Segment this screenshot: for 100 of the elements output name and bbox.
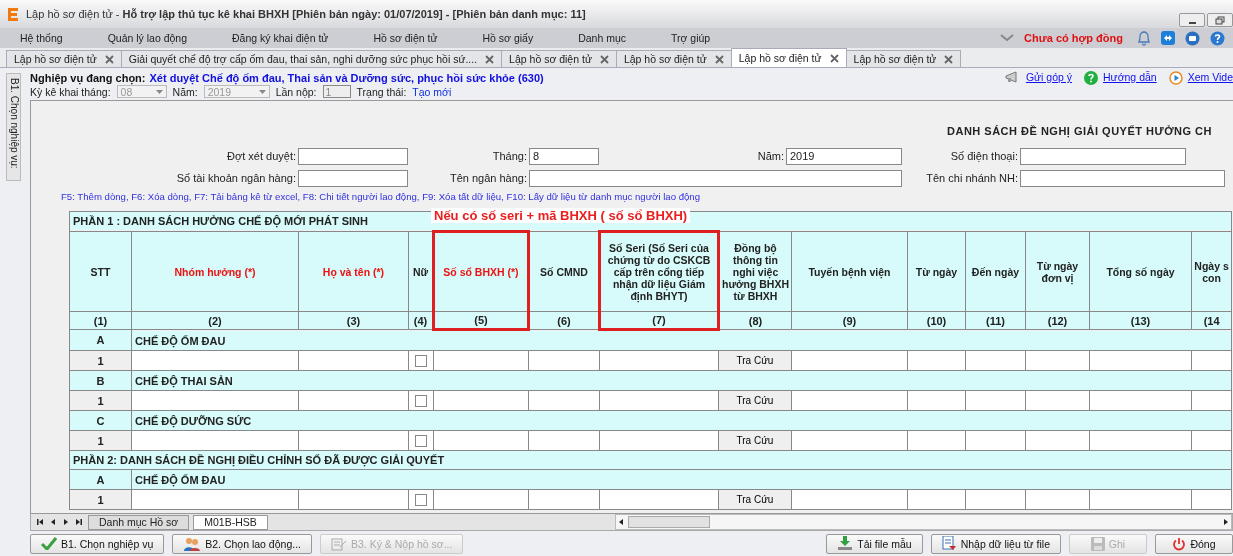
operation-value: Xét duyệt Chế độ ốm đau, Thai sản và Dưỡng sức, phục hồi sức khỏe (630) bbox=[149, 72, 544, 84]
column-header: Họ và tên (*) bbox=[298, 231, 409, 312]
restore-icon bbox=[1215, 15, 1225, 25]
input-field[interactable] bbox=[529, 169, 902, 187]
field-label: Số điện thoại: bbox=[949, 150, 1019, 162]
download-icon bbox=[837, 536, 854, 551]
menu-item[interactable]: Danh mục bbox=[578, 32, 626, 44]
document-tab[interactable]: Lập hồ sơ điện tử bbox=[615, 50, 732, 67]
row-number: 1 bbox=[69, 430, 132, 451]
group-code: A bbox=[69, 469, 132, 490]
group-code: B bbox=[69, 370, 132, 391]
sheet-tab[interactable]: M01B-HSB bbox=[193, 514, 268, 530]
column-header: Từ ngày bbox=[907, 231, 966, 312]
section-heading: PHẦN 1 : DANH SÁCH HƯỞNG CHẾ ĐỘ MỚI PHÁT SINH bbox=[73, 215, 368, 227]
power-icon bbox=[1172, 536, 1187, 551]
month-label: Kỳ kê khai tháng: bbox=[30, 85, 111, 98]
menu-item[interactable]: Đăng ký khai điện tử bbox=[232, 32, 329, 44]
menu-item[interactable]: Hồ sơ điện tử bbox=[373, 32, 438, 44]
action-button[interactable]: B2. Chọn lao động... bbox=[172, 533, 312, 554]
action-button[interactable]: B1. Chọn nghiệp vụ bbox=[30, 533, 165, 554]
link[interactable]: Hướng dẫn bbox=[1103, 71, 1157, 83]
field-label: Tên ngân hàng: bbox=[448, 172, 528, 184]
menu-item[interactable]: Hệ thống bbox=[20, 32, 63, 44]
restore-button[interactable] bbox=[1207, 13, 1233, 27]
people-icon bbox=[183, 536, 202, 551]
annotation-note: Nếu có số seri + mã BHXH ( số sổ BHXH) bbox=[431, 208, 691, 223]
field-label: Tháng: bbox=[491, 150, 528, 162]
field-label: Năm: bbox=[756, 150, 785, 162]
horizontal-scrollbar[interactable] bbox=[615, 514, 1232, 530]
menu-item[interactable]: Quản lý lao động bbox=[107, 32, 188, 44]
group-heading: CHẾ ĐỘ DƯỠNG SỨC bbox=[131, 410, 1232, 431]
close-icon[interactable] bbox=[829, 53, 839, 63]
close-icon[interactable] bbox=[714, 54, 724, 64]
row-number: 1 bbox=[69, 350, 132, 371]
column-header: Số CMND bbox=[528, 231, 600, 312]
help-icon[interactable] bbox=[1084, 71, 1099, 85]
action-button[interactable]: Tải file mẫu bbox=[826, 533, 923, 554]
close-icon[interactable] bbox=[104, 54, 114, 64]
checkbox[interactable] bbox=[415, 435, 427, 448]
column-header: Nhóm hưởng (*) bbox=[131, 231, 299, 312]
document-tab[interactable]: Lập hồ sơ điện tử bbox=[730, 48, 847, 67]
sheet-tab[interactable]: Danh mục Hồ sơ bbox=[88, 514, 190, 530]
close-icon[interactable] bbox=[599, 54, 609, 64]
chevron-icon[interactable] bbox=[1000, 34, 1015, 42]
form-title: DANH SÁCH ĐỀ NGHỊ GIẢI QUYẾT HƯỞNG CH bbox=[946, 125, 1213, 140]
group-heading: CHẾ ĐỘ ỐM ĐAU bbox=[131, 329, 1232, 351]
menu-item[interactable]: Trợ giúp bbox=[671, 32, 711, 44]
chat-icon[interactable] bbox=[1185, 30, 1200, 46]
minimize-button[interactable] bbox=[1179, 13, 1205, 27]
link[interactable]: Xem Vide bbox=[1187, 71, 1233, 83]
checkbox[interactable] bbox=[415, 355, 427, 368]
input-field[interactable] bbox=[298, 147, 408, 165]
shortcut-hint: F5: Thêm dòng, F6: Xóa dòng, F7: Tải bảng kê từ excel, F8: Chi tiết người lao động, F9: Xóa tất dữ liệu, F10: Lấy dữ liệu từ danh mục người lao động bbox=[60, 191, 701, 204]
group-code: A bbox=[69, 329, 132, 351]
column-header: Đến ngày bbox=[965, 231, 1026, 312]
group-heading: CHẾ ĐỘ THAI SẢN bbox=[131, 370, 1232, 391]
contract-status: Chưa có hợp đồng bbox=[1024, 32, 1123, 44]
document-tab[interactable]: Lập hồ sơ điện tử bbox=[6, 50, 122, 67]
operation-label: Nghiệp vụ đang chọn: bbox=[30, 72, 146, 84]
column-header: Tuyến bệnh viện bbox=[791, 231, 908, 312]
first-icon[interactable] bbox=[35, 517, 45, 527]
help-icon[interactable] bbox=[1210, 30, 1225, 46]
column-header: Từ ngày đơn vị bbox=[1025, 231, 1090, 312]
import-icon bbox=[941, 536, 957, 551]
checkbox[interactable] bbox=[415, 395, 427, 408]
remote-icon[interactable] bbox=[1161, 31, 1175, 45]
input-field[interactable] bbox=[1020, 147, 1186, 165]
section-heading: PHẦN 2: DANH SÁCH ĐỀ NGHỊ ĐIỀU CHỈNH SỐ ĐÃ ĐƯỢC GIẢI QUYẾT bbox=[73, 454, 445, 466]
action-button[interactable]: Đóng bbox=[1155, 533, 1233, 554]
checkbox[interactable] bbox=[415, 494, 427, 507]
minimize-icon bbox=[1188, 21, 1196, 24]
group-code: C bbox=[69, 410, 132, 431]
close-icon[interactable] bbox=[485, 54, 495, 64]
input-field[interactable]: 2019 bbox=[786, 147, 902, 165]
last-icon[interactable] bbox=[74, 517, 84, 527]
status-value: Tạo mới bbox=[412, 85, 452, 98]
save-icon bbox=[1090, 536, 1105, 551]
link[interactable]: Gửi góp ý bbox=[1025, 71, 1073, 83]
row-number: 1 bbox=[69, 489, 132, 510]
field-label: Đợt xét duyệt: bbox=[226, 150, 297, 162]
row-number: 1 bbox=[69, 390, 132, 411]
action-button[interactable]: Nhập dữ liệu từ file bbox=[930, 533, 1061, 554]
checkmark-icon bbox=[41, 537, 57, 550]
menu-item[interactable]: Hồ sơ giấy bbox=[482, 32, 534, 44]
bell-icon[interactable] bbox=[1137, 30, 1151, 46]
column-header: Đồng bộ thông tin nghi việc hưởng BHXH từ BHXH bbox=[718, 231, 792, 312]
input-field[interactable] bbox=[1020, 169, 1225, 187]
close-icon[interactable] bbox=[944, 54, 954, 64]
year-label: Năm: bbox=[172, 85, 198, 98]
app-logo-icon bbox=[8, 7, 18, 21]
document-tab[interactable]: Lập hồ sơ điện tử bbox=[845, 50, 962, 67]
column-header: Tổng số ngày bbox=[1089, 231, 1192, 312]
document-tab[interactable]: Lập hồ sơ điện tử bbox=[501, 50, 617, 67]
document-tab[interactable]: Giải quyết chế độ trợ cấp ốm đau, thai sản, nghi dưỡng sức phục hồi sứ.... bbox=[120, 50, 503, 67]
input-field[interactable]: 8 bbox=[529, 147, 599, 165]
input-field[interactable] bbox=[298, 169, 408, 187]
play-icon[interactable] bbox=[1168, 71, 1183, 85]
column-header: Số Seri (Số Seri của chứng từ do CSKCB cấp trên cổng tiếp nhận dữ liệu Giám định BHYT) bbox=[599, 231, 719, 312]
side-tab[interactable]: B1. Chọn nghiệp vụ: bbox=[6, 73, 21, 181]
scroll-thumb[interactable] bbox=[628, 516, 710, 528]
